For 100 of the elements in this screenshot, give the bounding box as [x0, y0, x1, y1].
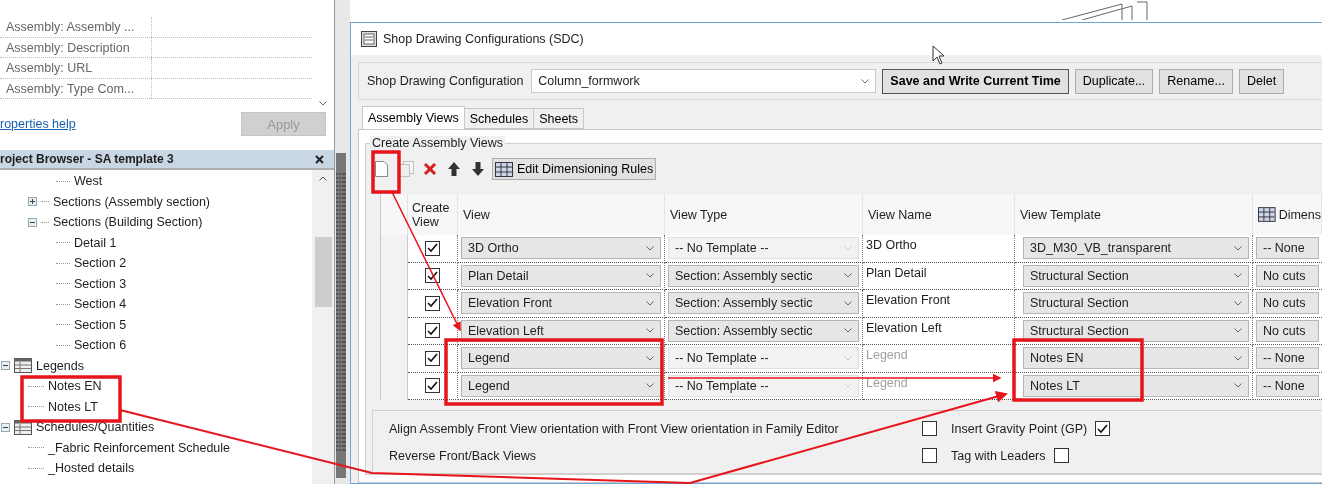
tree-item[interactable]: _Hosted details	[48, 461, 135, 476]
column-header: View Name	[863, 194, 1015, 235]
column-header: Dimens	[1278, 207, 1321, 222]
view-dropdown[interactable]: Legend	[461, 347, 661, 370]
view-dropdown[interactable]: Plan Detail	[461, 264, 661, 287]
toolbar-button[interactable]: Edit Dimensioning Rules	[492, 158, 657, 180]
collapse-icon[interactable]	[1, 422, 10, 432]
arrow-up-icon	[447, 161, 461, 177]
tree-item[interactable]: Schedules/Quantities	[36, 420, 155, 435]
dimension-dropdown[interactable]: -- None	[1256, 347, 1319, 370]
collapse-icon[interactable]	[28, 217, 37, 227]
option-label: Insert Gravity Point (GP)	[951, 421, 1088, 436]
dimension-dropdown[interactable]: -- None	[1256, 237, 1319, 260]
view-dropdown[interactable]: Elevation Front	[461, 292, 661, 315]
view-template-dropdown[interactable]: 3D_M30_VB_transparent	[1023, 237, 1249, 260]
close-icon[interactable]	[315, 154, 324, 164]
check-icon	[427, 298, 438, 309]
column-header: View Type	[665, 194, 863, 235]
window-title: Shop Drawing Configurations (SDC)	[383, 32, 584, 46]
dialog-button[interactable]: Delet	[1239, 68, 1285, 94]
dimension-dropdown[interactable]: -- None	[1256, 374, 1319, 397]
copy-icon	[399, 161, 414, 177]
column-header: View	[458, 194, 665, 235]
checkbox[interactable]	[425, 268, 440, 284]
group-title: Create Assembly Views	[370, 136, 506, 150]
check-icon	[427, 325, 438, 336]
tree-item[interactable]: Section 6	[74, 338, 127, 353]
option-label: Reverse Front/Back Views	[389, 448, 537, 463]
view-name-cell[interactable]: Plan Detail	[866, 262, 1011, 280]
expand-icon[interactable]	[28, 197, 37, 207]
tree-item[interactable]: West	[74, 174, 103, 189]
checkbox[interactable]	[425, 378, 440, 394]
configuration-dropdown[interactable]: Column_formwork	[531, 69, 877, 93]
column-header: Create View	[408, 194, 458, 235]
option-label: Align Assembly Front View orientation with Front View orientation in Family Editor	[389, 421, 839, 436]
arrow-down-icon	[471, 161, 485, 177]
properties-help-link[interactable]: roperties help	[0, 117, 76, 131]
tree-item[interactable]: Section 3	[74, 276, 127, 291]
view-dropdown[interactable]: 3D Ortho	[461, 237, 661, 260]
new-page-icon	[375, 161, 388, 177]
tab[interactable]: Assembly Views	[362, 106, 465, 129]
tree-item[interactable]: Sections (Building Section)	[53, 215, 203, 230]
dimension-grid-icon	[1258, 207, 1276, 222]
check-icon	[1097, 423, 1109, 434]
dialog-button[interactable]: Duplicate...	[1074, 68, 1154, 94]
column-header: View Template	[1015, 194, 1253, 235]
delete-icon	[423, 162, 437, 176]
view-type-dropdown[interactable]: Section: Assembly sectic	[668, 319, 859, 342]
tab[interactable]: Schedules	[463, 108, 535, 129]
tree-item[interactable]: Sections (Assembly section)	[53, 194, 210, 209]
highlight-frame	[371, 150, 401, 194]
view-template-dropdown[interactable]: Structural Section	[1023, 319, 1249, 342]
tree-item[interactable]: Notes LT	[48, 399, 98, 414]
checkbox[interactable]	[425, 350, 440, 366]
view-name-cell[interactable]: Elevation Front	[866, 290, 1011, 307]
view-type-dropdown[interactable]: Section: Assembly sectic	[668, 264, 859, 287]
app-icon	[361, 31, 377, 47]
dimension-dropdown[interactable]: No cuts	[1256, 264, 1319, 287]
checkbox[interactable]	[1095, 421, 1111, 436]
checkbox[interactable]	[1053, 448, 1069, 463]
dialog-button[interactable]: Rename...	[1159, 68, 1233, 94]
checkbox[interactable]	[425, 323, 440, 339]
property-name: Assembly: Assembly ...	[0, 17, 152, 37]
tab[interactable]: Sheets	[533, 108, 585, 129]
view-type-dropdown[interactable]: Section: Assembly sectic	[668, 292, 859, 315]
tree-item[interactable]: _Fabric Reinforcement Schedule	[48, 440, 231, 455]
tree-item[interactable]: Section 5	[74, 317, 127, 332]
tree-item[interactable]: Notes EN	[48, 379, 102, 394]
property-name: Assembly: Type Com...	[0, 78, 152, 98]
tree-item[interactable]: Legends	[36, 358, 84, 373]
table-icon	[14, 358, 32, 374]
dimension-dropdown[interactable]: No cuts	[1256, 292, 1319, 315]
tree-item[interactable]: Detail 1	[74, 235, 117, 250]
property-name: Assembly: Description	[0, 37, 152, 57]
view-name-cell[interactable]: Elevation Left	[866, 317, 1011, 335]
property-name: Assembly: URL	[0, 58, 152, 78]
checkbox[interactable]	[922, 421, 937, 436]
dialog-button[interactable]: Save and Write Current Time	[882, 68, 1069, 94]
scrollbar-thumb[interactable]	[314, 237, 332, 307]
panel-title: roject Browser - SA template 3	[0, 152, 174, 166]
dimension-dropdown[interactable]: No cuts	[1256, 319, 1319, 342]
scroll-up-icon[interactable]	[319, 176, 327, 181]
view-template-dropdown[interactable]: Notes EN	[1023, 347, 1249, 370]
check-icon	[427, 243, 438, 254]
check-icon	[427, 353, 438, 364]
tree-item[interactable]: Section 4	[74, 297, 127, 312]
checkbox[interactable]	[922, 448, 937, 463]
check-icon	[427, 380, 438, 391]
view-template-dropdown[interactable]: Structural Section	[1023, 292, 1249, 315]
option-label: Tag with Leaders	[951, 448, 1046, 463]
field-label: Shop Drawing Configuration	[367, 74, 524, 88]
collapse-icon[interactable]	[1, 361, 10, 371]
view-name-cell[interactable]: 3D Ortho	[866, 235, 1011, 252]
view-template-dropdown[interactable]: Structural Section	[1023, 264, 1249, 287]
checkbox[interactable]	[425, 295, 440, 311]
view-template-dropdown[interactable]: Notes LT	[1023, 374, 1249, 397]
checkbox[interactable]	[425, 240, 440, 256]
view-dropdown[interactable]: Legend	[461, 374, 661, 397]
dimension-grid-icon	[495, 161, 513, 177]
tree-item[interactable]: Section 2	[74, 256, 127, 271]
